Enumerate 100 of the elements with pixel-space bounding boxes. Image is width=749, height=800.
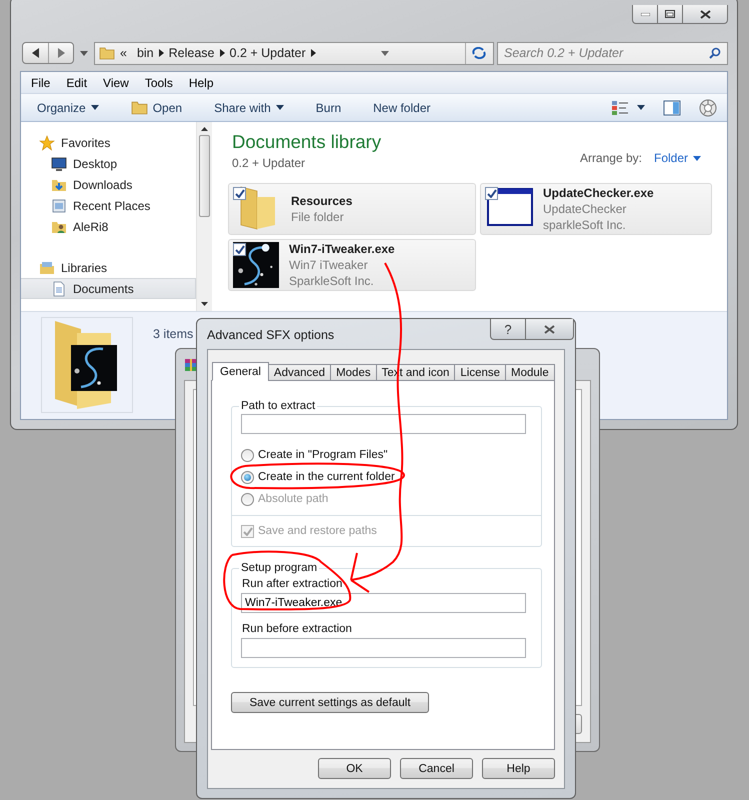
radio-button[interactable]	[241, 470, 254, 484]
maximize-button[interactable]	[657, 5, 683, 24]
menu-item[interactable]: Edit	[58, 76, 96, 90]
toolbar-button[interactable]: Open	[122, 96, 190, 118]
menu-item[interactable]: View	[95, 76, 137, 90]
tab[interactable]: Module	[505, 364, 555, 381]
group-label: Path to extract	[240, 400, 316, 412]
toolbar-button[interactable]: Share with	[206, 96, 292, 118]
scrollbar-thumb[interactable]	[199, 135, 210, 217]
toolbar-button[interactable]: Organize	[29, 96, 107, 118]
tab[interactable]: License	[454, 364, 506, 381]
tab[interactable]: Advanced	[268, 364, 332, 381]
file-name: Resources	[291, 193, 352, 209]
save-default-button[interactable]: Save current settings as default	[231, 692, 429, 713]
desktop-icon	[51, 156, 67, 172]
maximize-icon	[665, 10, 675, 18]
library-title: Documents library	[232, 130, 382, 154]
file-name: UpdateChecker.exe	[543, 185, 654, 201]
caret-icon	[381, 50, 390, 56]
file-tile[interactable]: Win7-iTweaker.exe Win7 iTweaker SparkleSoft Inc.	[228, 239, 476, 291]
close-button[interactable]	[525, 319, 574, 340]
folder-icon	[130, 99, 148, 116]
tab[interactable]: General	[212, 362, 269, 381]
caret-icon	[693, 156, 701, 160]
chevron-icon	[220, 49, 225, 57]
dialog-title: Advanced SFX options	[207, 328, 334, 342]
help-button[interactable]: ?	[490, 319, 526, 340]
menu-item[interactable]: Help	[180, 76, 222, 90]
file-tile[interactable]: UpdateChecker.exe UpdateChecker sparkleSoft Inc.	[480, 183, 712, 235]
search-field[interactable]: Search 0.2 + Updater	[497, 42, 728, 64]
group-label: Setup program	[240, 562, 318, 574]
field-label: Run after extraction	[242, 577, 342, 591]
minimize-icon	[640, 12, 650, 16]
arrange-label: Arrange by:	[580, 151, 642, 165]
sidebar-header[interactable]: Libraries	[21, 257, 196, 278]
checkmark-icon	[234, 245, 244, 254]
library-subtitle: 0.2 + Updater	[232, 156, 306, 170]
file-detail: UpdateChecker	[543, 201, 626, 217]
breadcrumb[interactable]: Release	[164, 46, 220, 60]
close-icon	[544, 324, 555, 334]
preview-pane-icon[interactable]	[663, 100, 681, 116]
breadcrumb[interactable]: 0.2 + Updater	[224, 46, 311, 60]
checkbox[interactable]	[233, 187, 246, 200]
sidebar-header[interactable]: Favorites	[21, 132, 196, 153]
refresh-icon	[471, 47, 488, 59]
app-icon	[233, 242, 279, 288]
field-label: Run before extraction	[242, 622, 352, 636]
menu-item[interactable]: Tools	[136, 76, 181, 90]
item-count: 3 items	[153, 327, 194, 341]
checkbox-label: Save and restore paths	[258, 524, 377, 538]
breadcrumb[interactable]: bin	[132, 46, 159, 60]
menu-item[interactable]: File	[23, 76, 58, 90]
scroll-down-icon	[201, 302, 208, 306]
minimize-button[interactable]	[632, 5, 658, 24]
view-options-icon[interactable]	[611, 100, 629, 116]
search-icon	[709, 46, 721, 58]
text-field[interactable]: Win7-iTweaker.exe	[241, 593, 526, 613]
back-icon	[32, 48, 39, 58]
file-detail: File folder	[291, 209, 344, 225]
caret-icon	[80, 50, 88, 56]
checkbox[interactable]	[233, 243, 246, 256]
toolbar-button[interactable]: New folder	[365, 96, 438, 118]
text-field[interactable]	[241, 638, 526, 658]
file-tile[interactable]: Resources File folder	[228, 183, 476, 235]
file-detail: sparkleSoft Inc.	[543, 217, 626, 233]
sidebar-item[interactable]: Documents	[21, 278, 196, 299]
toolbar-button[interactable]: Burn	[308, 96, 350, 118]
file-detail: Win7 iTweaker	[289, 257, 368, 273]
caret-icon	[90, 105, 99, 110]
caret-icon	[276, 105, 284, 110]
dialog-button[interactable]: Cancel	[400, 758, 473, 779]
address-bar[interactable]: « bin Release 0.2 + Updater	[94, 42, 494, 64]
radio-button[interactable]	[241, 448, 254, 462]
close-button[interactable]	[682, 5, 728, 24]
radio-label: Absolute path	[258, 492, 328, 506]
tab[interactable]: Modes	[330, 364, 377, 381]
text-field[interactable]	[241, 414, 526, 434]
forward-icon	[58, 48, 64, 58]
radio-label: Create in "Program Files"	[258, 448, 388, 462]
chevron-icon	[310, 49, 316, 57]
chevron-icon	[158, 49, 164, 57]
recent-places-icon	[51, 198, 67, 214]
dialog-button[interactable]: Help	[482, 758, 555, 779]
sidebar-item[interactable]: Recent Places	[21, 195, 196, 216]
caret-icon	[637, 105, 645, 110]
star-icon	[39, 134, 55, 150]
folder-icon	[99, 45, 115, 61]
sidebar-item[interactable]: Desktop	[21, 153, 196, 174]
scroll-up-icon	[201, 127, 208, 131]
arrange-dropdown[interactable]: Folder	[654, 151, 701, 165]
checkbox[interactable]	[485, 187, 498, 200]
scrollbar[interactable]	[196, 122, 212, 311]
archive-icon	[184, 358, 198, 372]
document-icon	[51, 280, 67, 296]
breadcrumb-overflow[interactable]: «	[115, 46, 132, 60]
help-icon[interactable]	[699, 98, 717, 116]
file-name: Win7-iTweaker.exe	[289, 241, 395, 257]
sidebar-item[interactable]: Downloads	[21, 174, 196, 195]
dialog-button[interactable]: OK	[318, 758, 391, 779]
sidebar-item[interactable]: AleRi8	[21, 216, 196, 237]
